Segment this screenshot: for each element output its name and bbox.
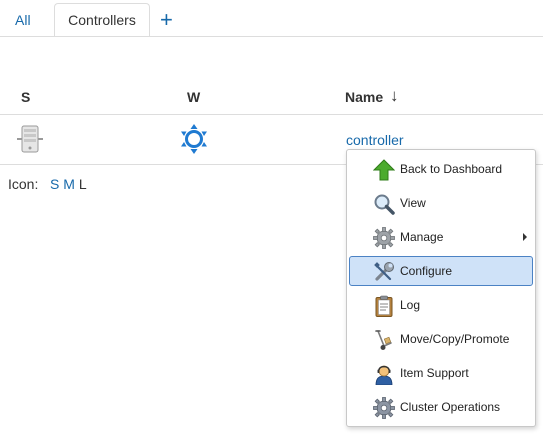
column-header-status[interactable]: S [21,89,30,105]
menu-item-move-copy-promote[interactable]: Move/Copy/Promote [349,324,533,354]
gear-icon [373,227,395,249]
job-link-controller[interactable]: controller [346,132,404,148]
support-person-icon [375,365,393,385]
wrench-icon [374,262,394,281]
gear-icon [373,397,395,419]
menu-item-label: Log [400,298,421,312]
icon-size-label: Icon: [8,176,39,192]
menu-item-label: Configure [400,264,453,278]
add-tab-button[interactable]: + [160,7,173,33]
header-divider [0,114,543,115]
up-arrow-icon [373,159,395,181]
column-header-weather[interactable]: W [187,89,200,105]
hand-truck-icon [375,330,392,350]
menu-item-label: View [400,196,426,210]
tab-bar: All Controllers + [0,0,543,37]
icon-size-large-current: L [78,176,87,192]
menu-item-configure[interactable]: Configure [349,256,533,286]
submenu-arrow-icon [523,233,527,241]
menu-item-label: Manage [400,230,444,244]
menu-item-view[interactable]: View [349,188,533,218]
icon-size-medium-link[interactable]: M [63,176,75,192]
menu-item-cluster-operations[interactable]: Cluster Operations [349,392,533,422]
tab-controllers[interactable]: Controllers [54,3,150,37]
icon-size-small-link[interactable]: S [50,176,59,192]
tab-divider [0,36,543,37]
clipboard-icon [375,295,393,317]
column-header-name[interactable]: Name [345,89,383,105]
weather-icon [181,124,207,154]
menu-item-label: Back to Dashboard [400,162,503,176]
tab-all[interactable]: All [15,12,31,28]
menu-item-back-to-dashboard[interactable]: Back to Dashboard [349,154,533,184]
icon-size-selector: Icon: S M L [8,176,87,192]
disabled-status-icon [17,125,43,153]
sort-descending-icon: ↓ [390,86,399,105]
menu-item-label: Move/Copy/Promote [400,332,510,346]
menu-item-manage[interactable]: Manage [349,222,533,252]
menu-item-label: Cluster Operations [400,400,501,414]
context-menu: Back to Dashboard View Manage Configure … [346,149,536,427]
menu-item-item-support[interactable]: Item Support [349,358,533,388]
magnifier-icon [374,194,395,215]
menu-item-label: Item Support [400,366,469,380]
menu-item-log[interactable]: Log [349,290,533,320]
